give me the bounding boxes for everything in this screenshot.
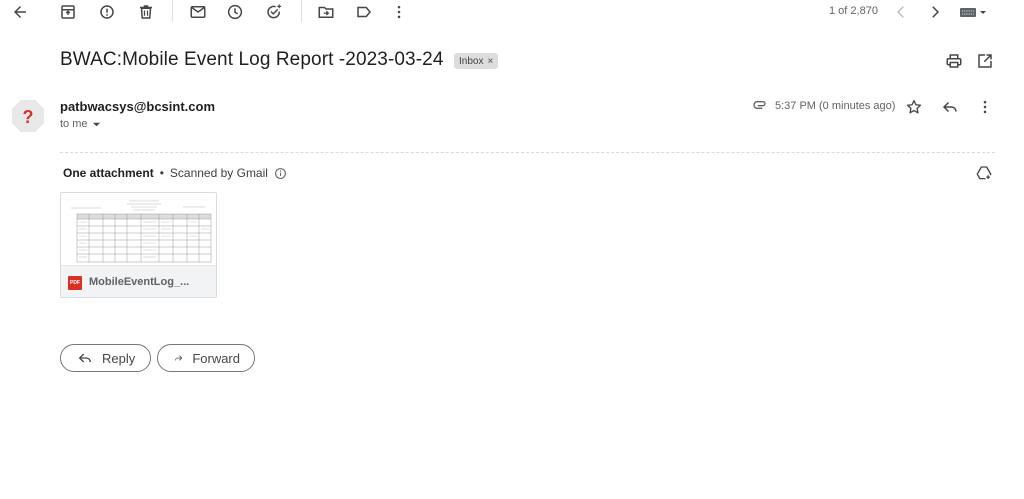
remove-label-button[interactable]: ×	[487, 56, 493, 67]
email-subject: BWAC:Mobile Event Log Report -2023-03-24	[60, 49, 444, 70]
info-icon[interactable]	[274, 167, 287, 180]
svg-text:?: ?	[23, 107, 34, 127]
attachment-divider	[60, 152, 995, 153]
delete-icon[interactable]	[137, 3, 155, 21]
report-spam-icon[interactable]	[98, 3, 116, 21]
attachment-card[interactable]: PDF MobileEventLog_...	[60, 192, 217, 298]
recipient-text: to me	[60, 118, 88, 130]
reply-button[interactable]: Reply	[60, 344, 151, 372]
toolbar-divider	[301, 0, 302, 22]
chevron-down-icon	[92, 122, 100, 126]
attachment-count: One attachment	[63, 166, 154, 180]
star-icon[interactable]	[905, 98, 923, 116]
attachment-header: One attachment • Scanned by Gmail	[63, 166, 287, 180]
snooze-icon[interactable]	[226, 3, 244, 21]
reply-button-label: Reply	[102, 350, 136, 366]
attachment-footer: PDF MobileEventLog_...	[61, 266, 216, 297]
more-vert-icon[interactable]	[390, 3, 408, 21]
mark-unread-icon[interactable]	[189, 3, 207, 21]
print-icon[interactable]	[945, 52, 963, 70]
pdf-file-icon: PDF	[68, 276, 82, 290]
label-icon[interactable]	[355, 3, 373, 21]
reply-icon	[78, 353, 91, 363]
inbox-label-badge: Inbox ×	[454, 53, 499, 69]
paperclip-icon	[752, 97, 768, 113]
sender-avatar: ?	[11, 99, 45, 133]
move-to-icon[interactable]	[317, 3, 335, 21]
message-timestamp: 5:37 PM (0 minutes ago)	[775, 100, 896, 112]
sender-email[interactable]: patbwacsys@bcsint.com	[60, 99, 215, 114]
attachment-filename: MobileEventLog_...	[89, 276, 190, 288]
separator-dot: •	[159, 166, 164, 180]
more-vert-icon[interactable]	[976, 98, 994, 116]
recipient-details[interactable]: to me	[60, 118, 101, 130]
forward-button-label: Forward	[192, 350, 240, 366]
open-new-window-icon[interactable]	[976, 52, 994, 70]
scan-status: Scanned by Gmail	[169, 166, 268, 180]
attachment-preview	[61, 193, 216, 266]
forward-button[interactable]: Forward	[157, 344, 255, 372]
pager-count: 1 of 2,870	[829, 5, 878, 17]
add-to-drive-icon[interactable]	[975, 164, 993, 182]
toolbar-divider	[172, 0, 173, 22]
newer-chevron-icon[interactable]	[892, 3, 910, 21]
input-tools-keyboard-icon[interactable]	[958, 3, 988, 21]
reply-icon[interactable]	[941, 98, 959, 116]
back-arrow-icon[interactable]	[11, 3, 29, 21]
older-chevron-icon[interactable]	[926, 3, 944, 21]
archive-icon[interactable]	[59, 3, 77, 21]
add-to-tasks-icon[interactable]	[265, 3, 283, 21]
label-badge-text: Inbox	[459, 55, 484, 67]
forward-icon	[175, 355, 183, 361]
